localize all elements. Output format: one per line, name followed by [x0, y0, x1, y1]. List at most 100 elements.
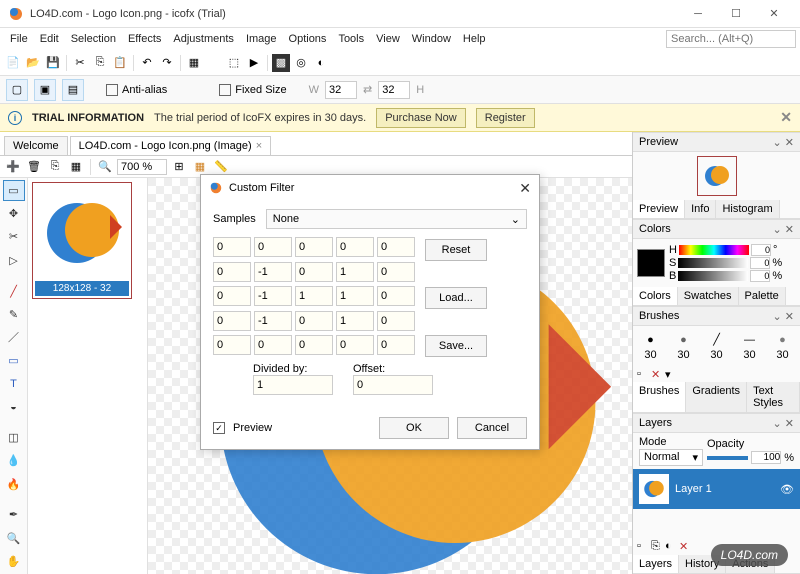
minimize-button[interactable]: ─: [680, 3, 716, 25]
purchase-button[interactable]: Purchase Now: [376, 108, 466, 128]
eraser-tool[interactable]: ◫: [3, 427, 25, 448]
matrix-cell[interactable]: [336, 262, 374, 282]
menu-options[interactable]: Options: [283, 31, 333, 47]
histogram-tab[interactable]: Histogram: [716, 200, 779, 218]
matrix-cell[interactable]: [336, 335, 374, 355]
size-thumbnail[interactable]: 128x128 - 32: [32, 182, 132, 299]
load-button[interactable]: Load...: [425, 287, 487, 309]
fill-tool[interactable]: ◒: [3, 396, 25, 417]
hue-input[interactable]: [751, 244, 771, 256]
matrix-cell[interactable]: [377, 286, 415, 306]
dialog-close-button[interactable]: ✕: [519, 180, 531, 197]
menu-image[interactable]: Image: [240, 31, 283, 47]
grid-icon[interactable]: ▦: [185, 54, 203, 72]
ok-button[interactable]: OK: [379, 417, 449, 439]
layer-dup-icon[interactable]: ⎘: [651, 540, 663, 552]
sat-slider[interactable]: [678, 258, 748, 268]
layers-collapse-icon[interactable]: ⌄ ✕: [773, 417, 795, 430]
palette-tab[interactable]: Palette: [739, 287, 786, 305]
matrix-cell[interactable]: [295, 237, 333, 257]
rect-tool[interactable]: ▭: [3, 350, 25, 371]
reset-button[interactable]: Reset: [425, 239, 487, 261]
zoom-input[interactable]: [117, 159, 167, 175]
brushes-collapse-icon[interactable]: ⌄ ✕: [773, 310, 795, 323]
save-icon[interactable]: 💾: [44, 54, 62, 72]
divided-input[interactable]: [253, 375, 333, 395]
brush-2[interactable]: ●30: [676, 332, 692, 361]
matrix-cell[interactable]: [213, 311, 251, 331]
menu-edit[interactable]: Edit: [34, 31, 65, 47]
bri-slider[interactable]: [678, 271, 748, 281]
open-icon[interactable]: 📂: [24, 54, 42, 72]
copy-icon[interactable]: ⎘: [91, 54, 109, 72]
layer-add-icon[interactable]: ▫: [637, 540, 649, 552]
layer-del-icon[interactable]: ✕: [679, 540, 691, 552]
register-button[interactable]: Register: [476, 108, 535, 128]
matrix-cell[interactable]: [213, 335, 251, 355]
blur-tool[interactable]: 💧: [3, 450, 25, 471]
samples-select[interactable]: None⌄: [266, 209, 527, 229]
brush-5[interactable]: ●30: [775, 332, 791, 361]
undo-icon[interactable]: ↶: [138, 54, 156, 72]
paste-icon[interactable]: 📋: [111, 54, 129, 72]
visibility-icon[interactable]: 👁: [780, 483, 794, 496]
delete-size-icon[interactable]: 🗑: [25, 158, 43, 176]
brushes-tab[interactable]: Brushes: [633, 382, 686, 412]
blend-mode-select[interactable]: Normal▾: [639, 449, 703, 466]
menu-help[interactable]: Help: [457, 31, 492, 47]
opacity-input[interactable]: [751, 451, 781, 464]
antialias-checkbox[interactable]: Anti-alias: [106, 84, 167, 96]
burn-tool[interactable]: 🔥: [3, 473, 25, 494]
text-tool[interactable]: T: [3, 373, 25, 394]
matrix-cell[interactable]: [254, 262, 292, 282]
pencil-tool[interactable]: ✎: [3, 304, 25, 325]
play-icon[interactable]: ▶: [245, 54, 263, 72]
maximize-button[interactable]: ☐: [718, 3, 754, 25]
brush-tool[interactable]: ╱: [3, 280, 25, 301]
foreground-color[interactable]: [637, 249, 665, 277]
preview-collapse-icon[interactable]: ⌄ ✕: [773, 136, 795, 149]
matrix-cell[interactable]: [254, 237, 292, 257]
matrix-cell[interactable]: [213, 286, 251, 306]
save-button[interactable]: Save...: [425, 335, 487, 357]
dup-size-icon[interactable]: ⎘: [46, 158, 64, 176]
matrix-cell[interactable]: [295, 286, 333, 306]
line-tool[interactable]: ／: [3, 327, 25, 348]
matrix-cell[interactable]: [213, 262, 251, 282]
width-input[interactable]: [325, 81, 357, 99]
matrix-cell[interactable]: [254, 286, 292, 306]
sat-input[interactable]: [750, 257, 770, 269]
colors-tab[interactable]: Colors: [633, 287, 678, 305]
mode-btn-2[interactable]: ▣: [34, 79, 56, 101]
rect-select-tool[interactable]: ▭: [3, 180, 25, 201]
matrix-cell[interactable]: [336, 286, 374, 306]
circle-icon[interactable]: ◎: [292, 54, 310, 72]
menu-effects[interactable]: Effects: [122, 31, 167, 47]
matrix-cell[interactable]: [295, 262, 333, 282]
grid-toggle-icon[interactable]: ▦: [191, 158, 209, 176]
brush-menu-icon[interactable]: ▾: [665, 368, 677, 380]
matrix-cell[interactable]: [295, 311, 333, 331]
props-icon[interactable]: ▦: [67, 158, 85, 176]
close-button[interactable]: ✕: [756, 3, 792, 25]
new-icon[interactable]: 📄: [4, 54, 22, 72]
brush-add-icon[interactable]: ▫: [637, 368, 649, 380]
add-size-icon[interactable]: ➕: [4, 158, 22, 176]
matrix-cell[interactable]: [377, 262, 415, 282]
redo-icon[interactable]: ↷: [158, 54, 176, 72]
layer-item[interactable]: Layer 1 👁: [633, 469, 800, 509]
menu-window[interactable]: Window: [406, 31, 457, 47]
zoom-fit-icon[interactable]: ⊞: [170, 158, 188, 176]
ruler-icon[interactable]: 📏: [212, 158, 230, 176]
tab-close-icon[interactable]: ×: [256, 140, 262, 152]
preview-checkbox[interactable]: ✓: [213, 422, 225, 434]
layer-mask-icon[interactable]: ◐: [665, 540, 677, 552]
fixedsize-checkbox[interactable]: Fixed Size: [219, 84, 286, 96]
offset-input[interactable]: [353, 375, 433, 395]
brush-3[interactable]: ╱30: [709, 332, 725, 361]
hand-tool[interactable]: ✋: [3, 551, 25, 572]
eyedropper-tool[interactable]: ✒: [3, 504, 25, 525]
crop-tool[interactable]: ✂: [3, 226, 25, 247]
zoom-icon[interactable]: 🔍: [96, 158, 114, 176]
resize-icon[interactable]: ⬚: [225, 54, 243, 72]
